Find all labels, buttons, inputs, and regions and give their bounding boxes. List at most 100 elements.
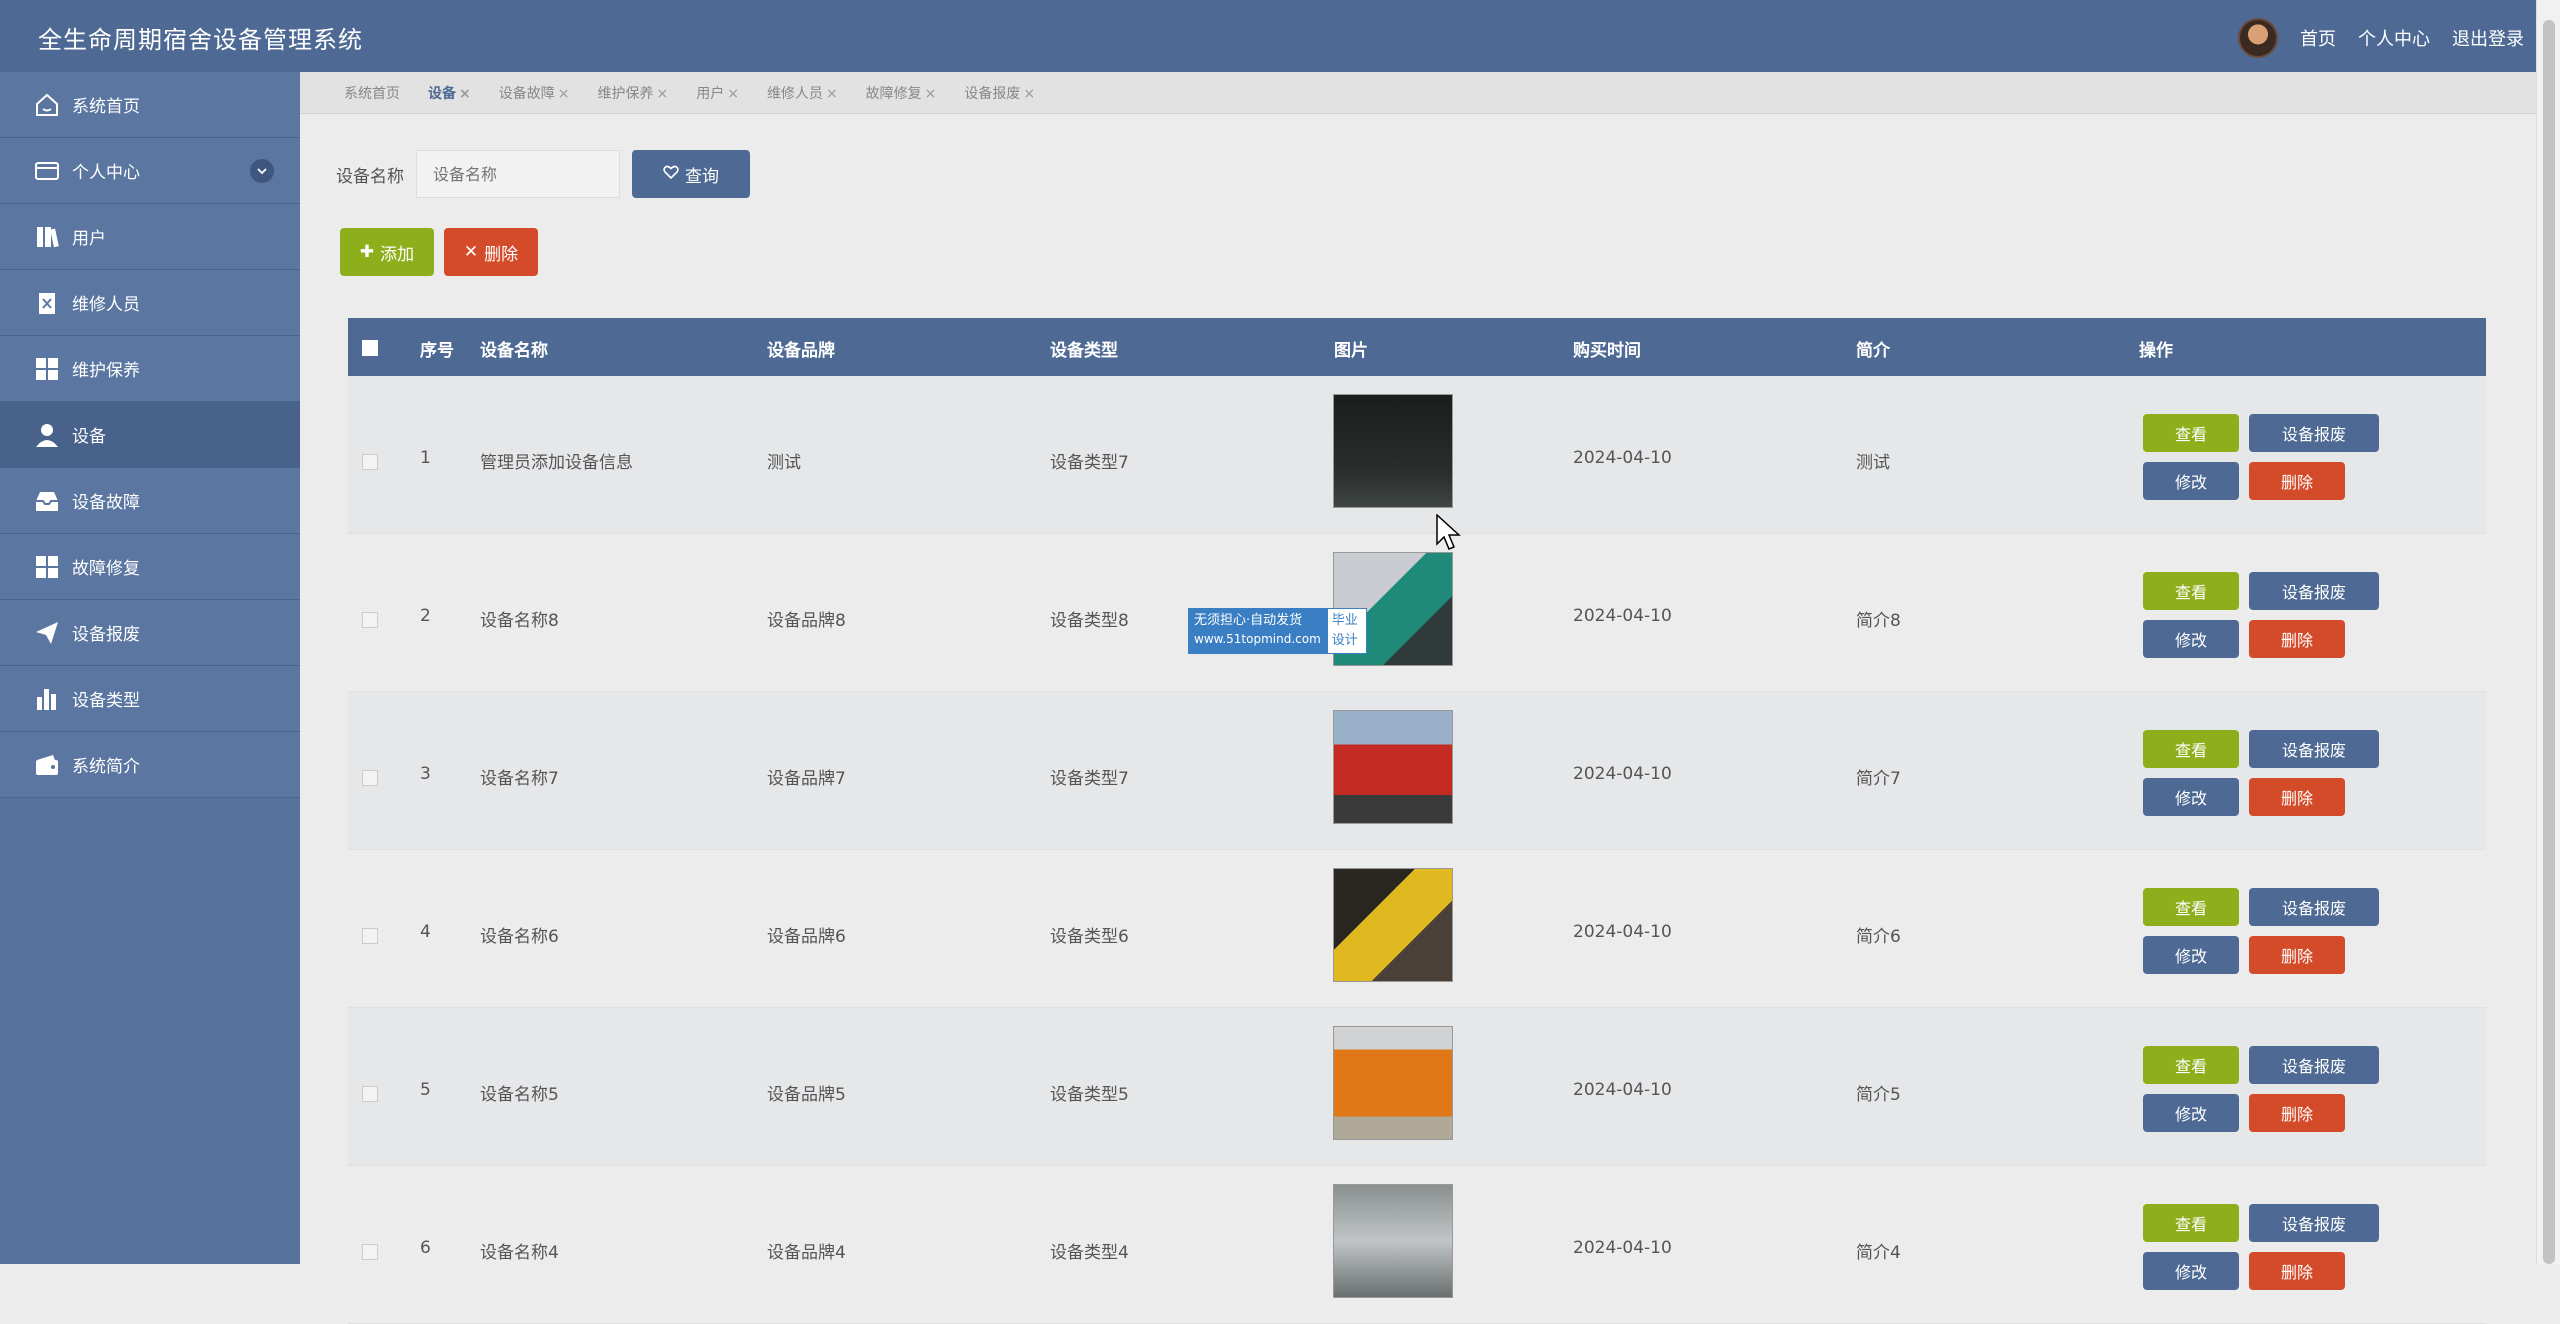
row-delete-button[interactable]: 删除 — [2249, 778, 2345, 816]
close-icon[interactable]: × — [459, 86, 471, 102]
cell-name: 设备名称6 — [480, 927, 559, 947]
scrap-button[interactable]: 设备报废 — [2249, 414, 2379, 452]
tab-devices[interactable]: 设备 × — [428, 83, 471, 103]
add-button[interactable]: ✚ 添加 — [340, 228, 434, 276]
row-delete-button[interactable]: 删除 — [2249, 1094, 2345, 1132]
sidebar-item-home[interactable]: 系统首页 — [0, 72, 300, 138]
sidebar-item-device-types[interactable]: 设备类型 — [0, 666, 300, 732]
scrap-button[interactable]: 设备报废 — [2249, 572, 2379, 610]
sidebar-item-label: 维护保养 — [72, 361, 140, 381]
close-icon[interactable]: × — [656, 86, 668, 102]
cell-brand: 设备品牌7 — [767, 769, 846, 789]
sidebar-item-label: 用户 — [72, 229, 106, 249]
row-checkbox[interactable] — [362, 1244, 378, 1260]
watermark: 无须担心·自动发货 www.51topmind.com 毕业 设计 — [1188, 608, 1367, 654]
edit-button[interactable]: 修改 — [2143, 620, 2239, 658]
cell-type: 设备类型5 — [1050, 1085, 1129, 1105]
cell-date: 2024-04-10 — [1573, 606, 1672, 626]
scrap-button[interactable]: 设备报废 — [2249, 1204, 2379, 1242]
edit-button[interactable]: 修改 — [2143, 778, 2239, 816]
view-button[interactable]: 查看 — [2143, 1204, 2239, 1242]
cell-intro: 简介5 — [1856, 1085, 1901, 1105]
scrap-button[interactable]: 设备报废 — [2249, 1046, 2379, 1084]
close-icon[interactable]: × — [925, 86, 937, 102]
heart-icon — [663, 164, 679, 185]
sidebar-item-profile[interactable]: 个人中心 — [0, 138, 300, 204]
tab-fault-repair[interactable]: 故障修复 × — [866, 83, 937, 103]
tab-faults[interactable]: 设备故障 × — [499, 83, 570, 103]
watermark-badge2: 设计 — [1331, 633, 1358, 648]
cell-no: 1 — [420, 448, 431, 468]
cell-type: 设备类型6 — [1050, 927, 1129, 947]
edit-button[interactable]: 修改 — [2143, 1252, 2239, 1290]
view-button[interactable]: 查看 — [2143, 1046, 2239, 1084]
sidebar-item-devices[interactable]: 设备 — [0, 402, 300, 468]
top-right-nav: 首页 个人中心 退出登录 — [2238, 18, 2524, 58]
row-checkbox[interactable] — [362, 770, 378, 786]
sidebar-item-faults[interactable]: 设备故障 — [0, 468, 300, 534]
row-delete-button[interactable]: 删除 — [2249, 936, 2345, 974]
view-button[interactable]: 查看 — [2143, 730, 2239, 768]
sidebar-item-intro[interactable]: 系统简介 — [0, 732, 300, 798]
col-image: 图片 — [1334, 341, 1368, 361]
row-checkbox[interactable] — [362, 928, 378, 944]
profile-link[interactable]: 个人中心 — [2358, 25, 2430, 51]
cell-name: 设备名称5 — [480, 1085, 559, 1105]
home-link[interactable]: 首页 — [2300, 25, 2336, 51]
tab-bar: 系统首页 设备 × 设备故障 × 维护保养 × 用户 × 维修人员 × 故障修复 × 设备报… — [300, 72, 2536, 114]
close-icon[interactable]: × — [558, 86, 570, 102]
tab-repairers[interactable]: 维修人员 × — [767, 83, 838, 103]
view-button[interactable]: 查看 — [2143, 888, 2239, 926]
col-brand: 设备品牌 — [767, 341, 835, 361]
edit-button[interactable]: 修改 — [2143, 462, 2239, 500]
sidebar-item-fault-repair[interactable]: 故障修复 — [0, 534, 300, 600]
sidebar-item-scrap[interactable]: 设备报废 — [0, 600, 300, 666]
search-input[interactable] — [416, 150, 620, 198]
search-button[interactable]: 查询 — [632, 150, 750, 198]
tab-scrap[interactable]: 设备报废 × — [964, 83, 1035, 103]
view-button[interactable]: 查看 — [2143, 414, 2239, 452]
scrap-button[interactable]: 设备报废 — [2249, 888, 2379, 926]
tab-maintenance[interactable]: 维护保养 × — [597, 83, 668, 103]
row-delete-button[interactable]: 删除 — [2249, 462, 2345, 500]
inbox-icon — [32, 486, 62, 516]
select-all-checkbox[interactable] — [362, 340, 378, 356]
row-delete-button[interactable]: 删除 — [2249, 1252, 2345, 1290]
sidebar-item-label: 个人中心 — [72, 163, 140, 183]
sidebar-item-maintenance[interactable]: 维护保养 — [0, 336, 300, 402]
close-icon[interactable]: × — [727, 86, 739, 102]
device-thumbnail[interactable] — [1333, 1184, 1453, 1298]
cell-intro: 简介6 — [1856, 927, 1901, 947]
device-thumbnail[interactable] — [1333, 1026, 1453, 1140]
avatar[interactable] — [2238, 18, 2278, 58]
table-row: 6 设备名称4 设备品牌4 设备类型4 2024-04-10 简介4 查看 设备报废 修改 删除 — [348, 1166, 2486, 1324]
device-thumbnail[interactable] — [1333, 394, 1453, 508]
card-icon — [32, 156, 62, 186]
row-checkbox[interactable] — [362, 612, 378, 628]
device-thumbnail[interactable] — [1333, 710, 1453, 824]
view-button[interactable]: 查看 — [2143, 572, 2239, 610]
cell-type: 设备类型8 — [1050, 611, 1129, 631]
col-name: 设备名称 — [480, 341, 548, 361]
page-scrollbar[interactable] — [2536, 0, 2560, 1264]
close-icon[interactable]: × — [826, 86, 838, 102]
row-checkbox[interactable] — [362, 454, 378, 470]
scrollbar-thumb[interactable] — [2543, 20, 2555, 1264]
delete-button[interactable]: ✕ 删除 — [444, 228, 538, 276]
sidebar-item-label: 设备 — [72, 427, 106, 447]
tab-home[interactable]: 系统首页 — [344, 83, 400, 103]
tab-users[interactable]: 用户 × — [696, 83, 739, 103]
cell-no: 3 — [420, 764, 431, 784]
device-thumbnail[interactable] — [1333, 868, 1453, 982]
row-delete-button[interactable]: 删除 — [2249, 620, 2345, 658]
chevron-down-icon[interactable] — [250, 158, 274, 183]
scrap-button[interactable]: 设备报废 — [2249, 730, 2379, 768]
sidebar-item-repairers[interactable]: 维修人员 — [0, 270, 300, 336]
logout-link[interactable]: 退出登录 — [2452, 25, 2524, 51]
sidebar-item-users[interactable]: 用户 — [0, 204, 300, 270]
close-icon[interactable]: × — [1023, 86, 1035, 102]
row-checkbox[interactable] — [362, 1086, 378, 1102]
edit-button[interactable]: 修改 — [2143, 1094, 2239, 1132]
cell-name: 管理员添加设备信息 — [480, 453, 633, 473]
edit-button[interactable]: 修改 — [2143, 936, 2239, 974]
